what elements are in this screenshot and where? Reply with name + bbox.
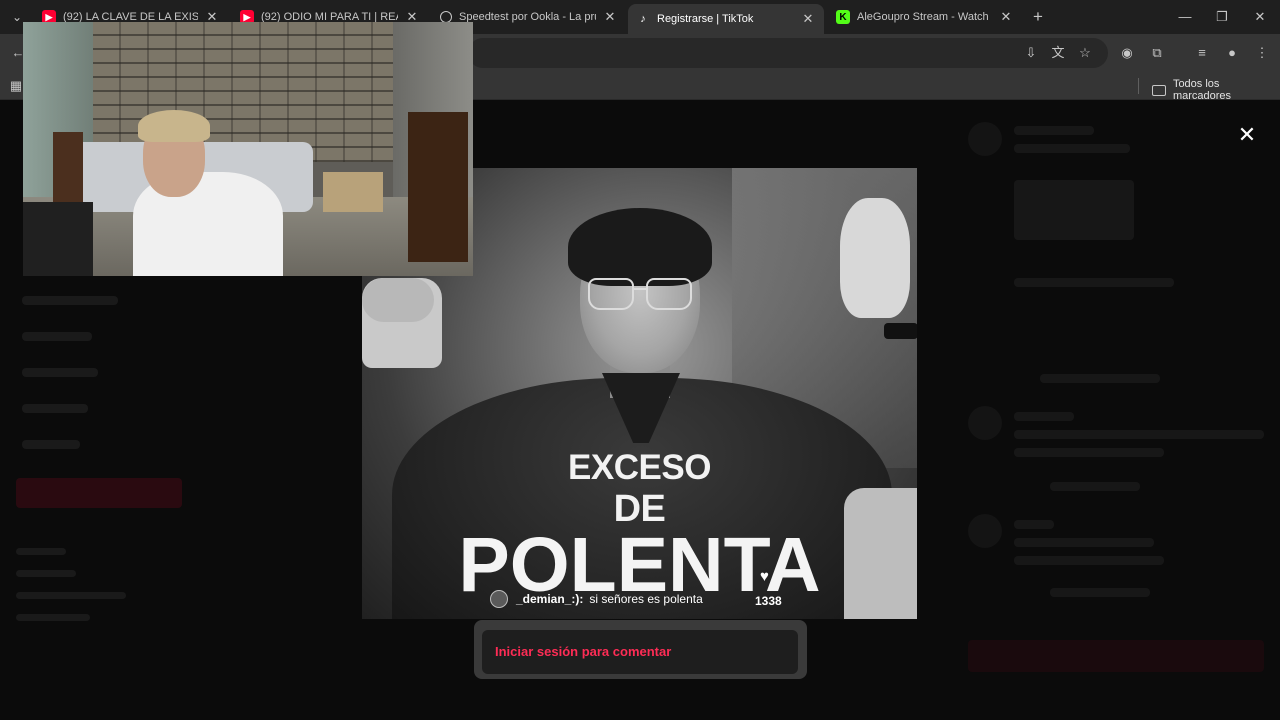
heart-icon: ♥: [760, 568, 769, 585]
minimize-icon[interactable]: —: [1172, 6, 1198, 28]
panel-placeholder: [1050, 482, 1140, 491]
like-count: 1338: [755, 594, 782, 608]
menu-kebab-icon[interactable]: ⋮: [1252, 43, 1272, 63]
tab-kick[interactable]: K AleGoupro Stream - Watch Live ✕: [828, 4, 1022, 30]
video-caption-line1: EXCESO: [568, 448, 711, 487]
tab-title: AleGoupro Stream - Watch Live: [857, 11, 992, 23]
new-tab-button[interactable]: +: [1028, 7, 1048, 27]
sidebar-placeholder: [16, 614, 90, 621]
tiktok-icon: ♪: [640, 13, 646, 25]
panel-placeholder: [1014, 430, 1264, 439]
address-bar[interactable]: [468, 38, 1108, 68]
extension-icon[interactable]: ◉: [1117, 43, 1137, 63]
panel-avatar-placeholder: [968, 406, 1002, 440]
close-tab-icon[interactable]: ✕: [998, 9, 1014, 25]
tab-title: Speedtest por Ookla - La prueb: [459, 11, 596, 23]
webcam-box: [323, 172, 383, 212]
bookmark-star-icon[interactable]: ☆: [1075, 43, 1095, 63]
sidebar-placeholder: [16, 592, 126, 599]
media-control-icon[interactable]: ≡: [1192, 43, 1212, 63]
video-overlay-comment: _demian_:): si señores es polenta: [490, 590, 703, 608]
commenter-username: _demian_:):: [516, 592, 584, 606]
panel-placeholder: [1050, 588, 1150, 597]
extensions-puzzle-icon[interactable]: ⧉: [1147, 43, 1167, 63]
comment-text: si señores es polenta: [589, 592, 703, 606]
panel-placeholder: [1014, 126, 1094, 135]
sidebar-placeholder: [22, 368, 98, 377]
restore-icon[interactable]: ❐: [1209, 6, 1235, 28]
video-subject-watch: [884, 323, 917, 339]
all-bookmarks-folder[interactable]: Todos los marcadores: [1152, 78, 1280, 102]
sidebar-placeholder: [16, 570, 76, 577]
webcam-desk: [23, 202, 93, 276]
commenter-avatar: [490, 590, 508, 608]
sidebar-placeholder: [22, 440, 80, 449]
sidebar-placeholder: [16, 548, 66, 555]
panel-placeholder: [1014, 556, 1164, 565]
all-bookmarks-label: Todos los marcadores: [1172, 78, 1232, 102]
video-subject-hair: [568, 208, 712, 286]
kick-icon: K: [836, 10, 850, 24]
panel-placeholder: [1014, 180, 1134, 240]
translate-icon[interactable]: 文: [1048, 43, 1068, 63]
panel-placeholder: [1014, 538, 1154, 547]
close-window-icon[interactable]: ✕: [1247, 6, 1273, 28]
video-subject-hand: [362, 278, 434, 322]
close-tab-icon[interactable]: ✕: [602, 9, 618, 25]
video-subject-hand: [840, 198, 910, 318]
panel-placeholder: [1014, 412, 1074, 421]
dimmed-login-button: [16, 478, 182, 508]
folder-icon: [1152, 84, 1166, 96]
panel-placeholder: [1014, 144, 1130, 153]
sidebar-placeholder: [22, 296, 118, 305]
panel-placeholder: [1014, 520, 1054, 529]
profile-avatar-icon[interactable]: ●: [1222, 43, 1242, 63]
close-modal-icon[interactable]: ✕: [1236, 124, 1258, 146]
close-tab-icon[interactable]: ✕: [800, 11, 816, 27]
tab-title: Registrarse | TikTok: [657, 13, 754, 25]
panel-avatar-placeholder: [968, 122, 1002, 156]
tab-tiktok[interactable]: ♪ Registrarse | TikTok ✕: [628, 4, 824, 34]
panel-placeholder: [1014, 278, 1174, 287]
webcam-person-hair: [138, 110, 210, 142]
login-to-comment-link[interactable]: Iniciar sesión para comentar: [495, 644, 671, 659]
install-app-icon[interactable]: ⇩: [1021, 43, 1041, 63]
dimmed-login-bar: [968, 640, 1264, 672]
video-subject-glasses: [588, 278, 692, 310]
sidebar-placeholder: [22, 332, 92, 341]
webcam-brick-joints: [93, 22, 393, 162]
bookmarks-divider: [1138, 78, 1139, 94]
webcam-shelf: [408, 112, 468, 262]
sidebar-placeholder: [22, 404, 88, 413]
webcam-overlay: [23, 22, 473, 276]
panel-placeholder: [1014, 448, 1164, 457]
panel-avatar-placeholder: [968, 514, 1002, 548]
panel-placeholder: [1040, 374, 1160, 383]
